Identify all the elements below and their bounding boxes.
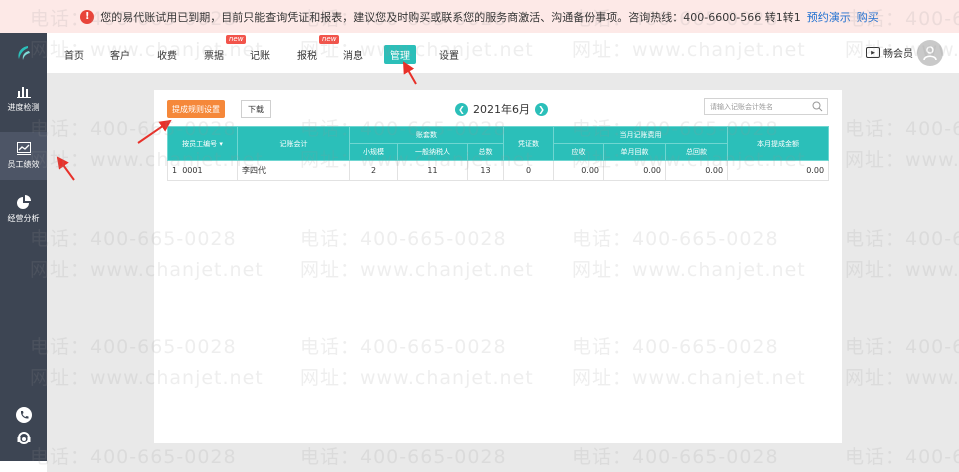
arrow-to-management: [403, 61, 417, 85]
arrow-to-performance: [56, 156, 75, 181]
arrow-to-rules-button: [137, 119, 172, 144]
annotation-arrows: [56, 61, 417, 181]
